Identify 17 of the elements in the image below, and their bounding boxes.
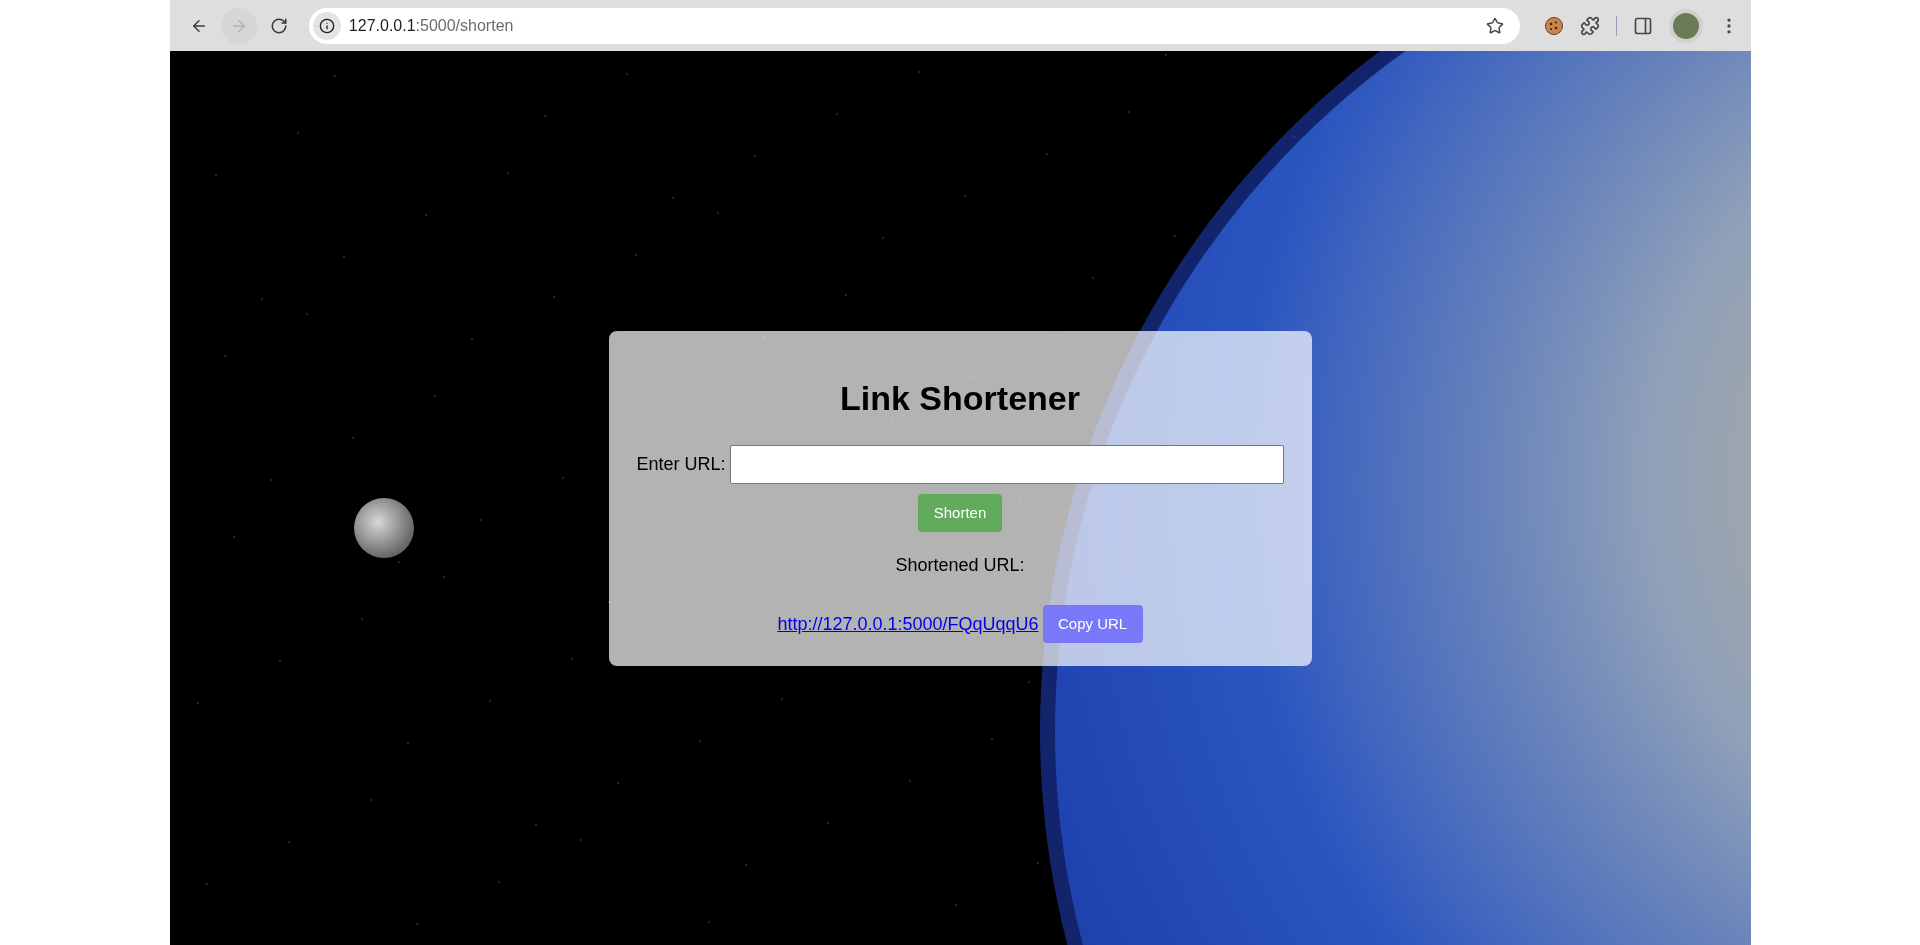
url-text: 127.0.0.1:5000/shorten [348, 15, 514, 36]
moon-drawing [353, 498, 414, 558]
info-icon[interactable] [312, 11, 341, 40]
address-bar[interactable]: 127.0.0.1:5000/shorten [308, 7, 1520, 44]
url-input-field[interactable] [729, 445, 1284, 484]
shorten-button[interactable]: Shorten [918, 494, 1002, 532]
cookie-icon[interactable] [1543, 15, 1564, 36]
shortened-url-label: Shortened URL: [895, 554, 1025, 577]
short-url-link[interactable]: http://127.0.0.1:5000/FQqUqqU6 [777, 610, 1039, 638]
profile-avatar[interactable] [1668, 8, 1703, 43]
copy-url-button[interactable]: Copy URL [1042, 605, 1143, 643]
url-label: Enter URL: [636, 453, 726, 476]
side-panel-icon[interactable] [1632, 15, 1653, 36]
extensions-icon[interactable] [1579, 15, 1600, 36]
reload-icon [269, 16, 288, 35]
bookmark-star-icon[interactable] [1485, 16, 1504, 35]
page-title: Link Shortener [840, 377, 1080, 419]
